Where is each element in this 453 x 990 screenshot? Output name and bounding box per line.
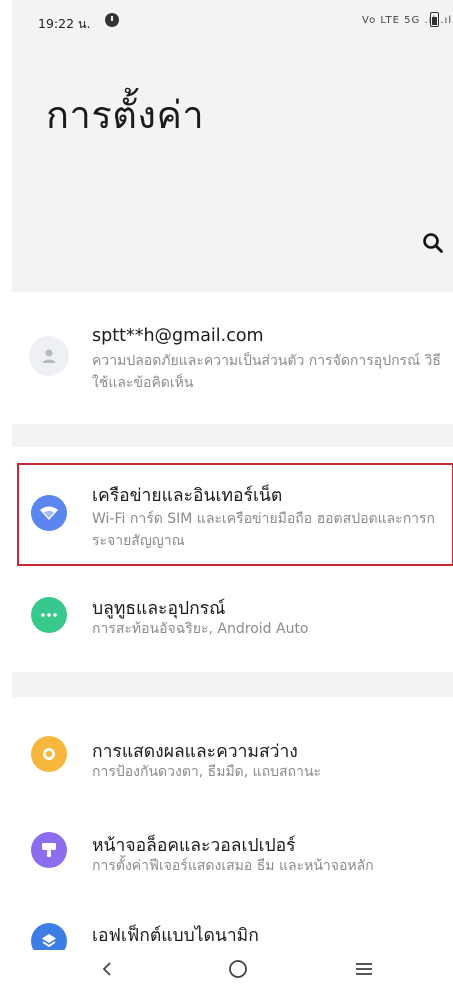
more-dots-icon [41, 613, 57, 617]
layers-icon [42, 934, 56, 948]
status-time: 19:22 น. [38, 16, 91, 31]
lockscreen-subtitle: การตั้งค่าฟีเจอร์แสดงเสมอ ธีม และหน้าจอห… [92, 858, 374, 874]
effects-title: เอฟเฟ็กต์แบบไดนามิก [92, 926, 259, 946]
bluetooth-icon-badge [31, 597, 67, 633]
home-icon[interactable] [227, 958, 249, 980]
account-subtitle: ความปลอดภัยและความเป็นส่วนตัว การจัดการอ… [92, 353, 441, 391]
bluetooth-devices-item[interactable]: บลูทูธและอุปกรณ์ การสะท้อนอัจฉริยะ, Andr… [12, 577, 453, 657]
navigation-bar [12, 950, 453, 990]
bluetooth-subtitle: การสะท้อนอัจฉริยะ, Android Auto [92, 621, 309, 637]
display-subtitle: การป้องกันดวงตา, ธีมมืด, แถบสถานะ [92, 764, 322, 780]
search-button[interactable] [422, 232, 444, 254]
menu-icon[interactable] [353, 958, 375, 980]
status-bar: 19:22 น. Vo LTE 5G .ıl .ıl [12, 0, 453, 44]
settings-screen: 19:22 น. Vo LTE 5G .ıl .ıl การตั้งค่า sp… [12, 0, 453, 990]
lockscreen-icon-badge [31, 832, 67, 868]
person-icon [42, 349, 56, 363]
display-brightness-item[interactable]: การแสดงผลและความสว่าง การป้องกันดวงตา, ธ… [12, 717, 453, 797]
page-title: การตั้งค่า [46, 93, 205, 137]
brush-icon [42, 843, 56, 857]
search-icon [423, 233, 443, 253]
back-icon[interactable] [100, 958, 114, 980]
account-section: sptt**h@gmail.com ความปลอดภัยและความเป็น… [12, 292, 453, 424]
avatar [29, 336, 69, 376]
display-icon-badge [31, 736, 67, 772]
highlight-box [17, 463, 453, 566]
account-email: sptt**h@gmail.com [92, 326, 264, 346]
sun-icon [43, 748, 55, 760]
lockscreen-wallpaper-item[interactable]: หน้าจอล็อคและวอลเปเปอร์ การตั้งค่าฟีเจอร… [12, 812, 453, 892]
account-item[interactable]: sptt**h@gmail.com ความปลอดภัยและความเป็น… [12, 292, 453, 424]
alarm-icon [105, 13, 119, 27]
display-section: การแสดงผลและความสว่าง การป้องกันดวงตา, ธ… [12, 697, 453, 959]
battery-icon [430, 12, 439, 27]
